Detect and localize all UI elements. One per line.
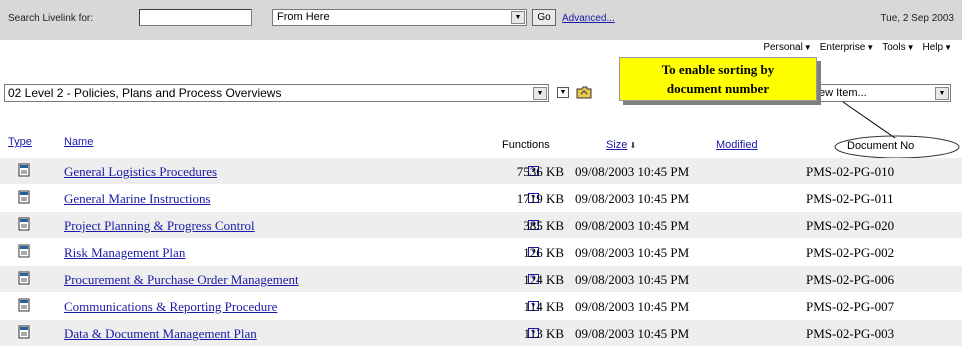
functions-menu-icon[interactable]: ▼	[557, 87, 569, 98]
document-number: PMS-02-PG-007	[806, 299, 895, 314]
chevron-down-icon: ▼	[866, 43, 875, 52]
document-icon[interactable]	[18, 325, 31, 339]
document-icon[interactable]	[18, 163, 31, 177]
menu-personal[interactable]: Personal ▼	[763, 42, 811, 53]
menu-tools[interactable]: Tools ▼	[882, 42, 914, 53]
search-input[interactable]	[139, 9, 252, 26]
document-name-link[interactable]: General Marine Instructions	[64, 191, 211, 207]
callout-line-1: To enable sorting by	[661, 62, 775, 77]
file-size: 124 KB	[523, 272, 564, 287]
modified-date: 09/08/2003 10:45 PM	[575, 218, 690, 233]
document-icon[interactable]	[18, 244, 31, 258]
column-header-type[interactable]: Type	[8, 136, 32, 158]
chevron-down-icon[interactable]: ▼	[935, 87, 949, 100]
file-size: 385 KB	[523, 218, 564, 233]
document-number: PMS-02-PG-011	[806, 191, 894, 206]
document-name-link[interactable]: Communications & Reporting Procedure	[64, 299, 277, 315]
file-size: 7536 KB	[516, 164, 564, 179]
search-scope-select[interactable]: From Here ▼	[272, 9, 527, 26]
document-name-link[interactable]: Risk Management Plan	[64, 245, 185, 261]
chevron-down-icon: ▼	[944, 43, 952, 52]
modified-date: 09/08/2003 10:45 PM	[575, 164, 690, 179]
search-scope-value: From Here	[277, 11, 330, 23]
menu-help[interactable]: Help ▼	[923, 42, 953, 53]
table-row: Project Planning & Progress Control ▼ 385 …	[0, 212, 962, 238]
table-row: Data & Document Management Plan ▼ 113 KB 09…	[0, 320, 962, 346]
table-row: Risk Management Plan ▼ 126 KB 09/08/2003 10…	[0, 239, 962, 265]
chevron-down-icon: ▼	[803, 43, 812, 52]
chevron-down-icon[interactable]: ▼	[511, 11, 525, 24]
modified-date: 09/08/2003 10:45 PM	[575, 299, 690, 314]
sort-descending-icon: ⬇	[627, 141, 637, 150]
search-label: Search Livelink for:	[8, 13, 94, 24]
menu-enterprise[interactable]: Enterprise ▼	[820, 42, 875, 53]
file-size: 126 KB	[523, 245, 564, 260]
go-button[interactable]: Go	[532, 9, 556, 26]
modified-date: 09/08/2003 10:45 PM	[575, 191, 690, 206]
document-name-link[interactable]: Project Planning & Progress Control	[64, 218, 255, 234]
chevron-down-icon[interactable]: ▼	[533, 87, 547, 100]
table-row: Procurement & Purchase Order Management ▼…	[0, 266, 962, 292]
callout-line-2: document number	[666, 81, 770, 96]
table-row: General Marine Instructions ▼ 1719 KB 09/08…	[0, 185, 962, 211]
document-icon[interactable]	[18, 190, 31, 204]
document-name-link[interactable]: Data & Document Management Plan	[64, 326, 257, 342]
folder-up-icon[interactable]	[576, 86, 592, 99]
document-number: PMS-02-PG-006	[806, 272, 895, 287]
chevron-down-icon: ▼	[906, 43, 915, 52]
advanced-search-link[interactable]: Advanced...	[562, 13, 615, 24]
document-name-link[interactable]: Procurement & Purchase Order Management	[64, 272, 299, 288]
file-size: 113 KB	[523, 326, 564, 341]
modified-date: 09/08/2003 10:45 PM	[575, 245, 690, 260]
document-number: PMS-02-PG-002	[806, 245, 895, 260]
document-icon[interactable]	[18, 271, 31, 285]
global-menu-bar: Personal ▼ Enterprise ▼ Tools ▼ Help ▼	[763, 42, 952, 53]
location-value: 02 Level 2 - Policies, Plans and Process…	[8, 86, 282, 100]
sorting-callout: To enable sorting by document number	[619, 57, 817, 101]
column-header-name[interactable]: Name	[64, 136, 93, 158]
file-size: 114 KB	[523, 299, 564, 314]
current-date: Tue, 2 Sep 2003	[880, 13, 954, 24]
search-bar: Search Livelink for: From Here ▼ Go Adva…	[0, 0, 962, 40]
add-item-select[interactable]: ew Item... ▼	[815, 84, 951, 102]
document-number: PMS-02-PG-020	[806, 218, 895, 233]
table-row: Communications & Reporting Procedure ▼ 114…	[0, 293, 962, 319]
document-icon[interactable]	[18, 298, 31, 312]
document-name-link[interactable]: General Logistics Procedures	[64, 164, 217, 180]
document-number: PMS-02-PG-010	[806, 164, 895, 179]
add-item-value: ew Item...	[819, 87, 867, 99]
modified-date: 09/08/2003 10:45 PM	[575, 272, 690, 287]
location-select[interactable]: 02 Level 2 - Policies, Plans and Process…	[4, 84, 549, 102]
modified-date: 09/08/2003 10:45 PM	[575, 326, 690, 341]
document-icon[interactable]	[18, 217, 31, 231]
document-number: PMS-02-PG-003	[806, 326, 895, 341]
table-row: General Logistics Procedures ▼ 7536 KB 09/0…	[0, 158, 962, 184]
file-size: 1719 KB	[516, 191, 564, 206]
